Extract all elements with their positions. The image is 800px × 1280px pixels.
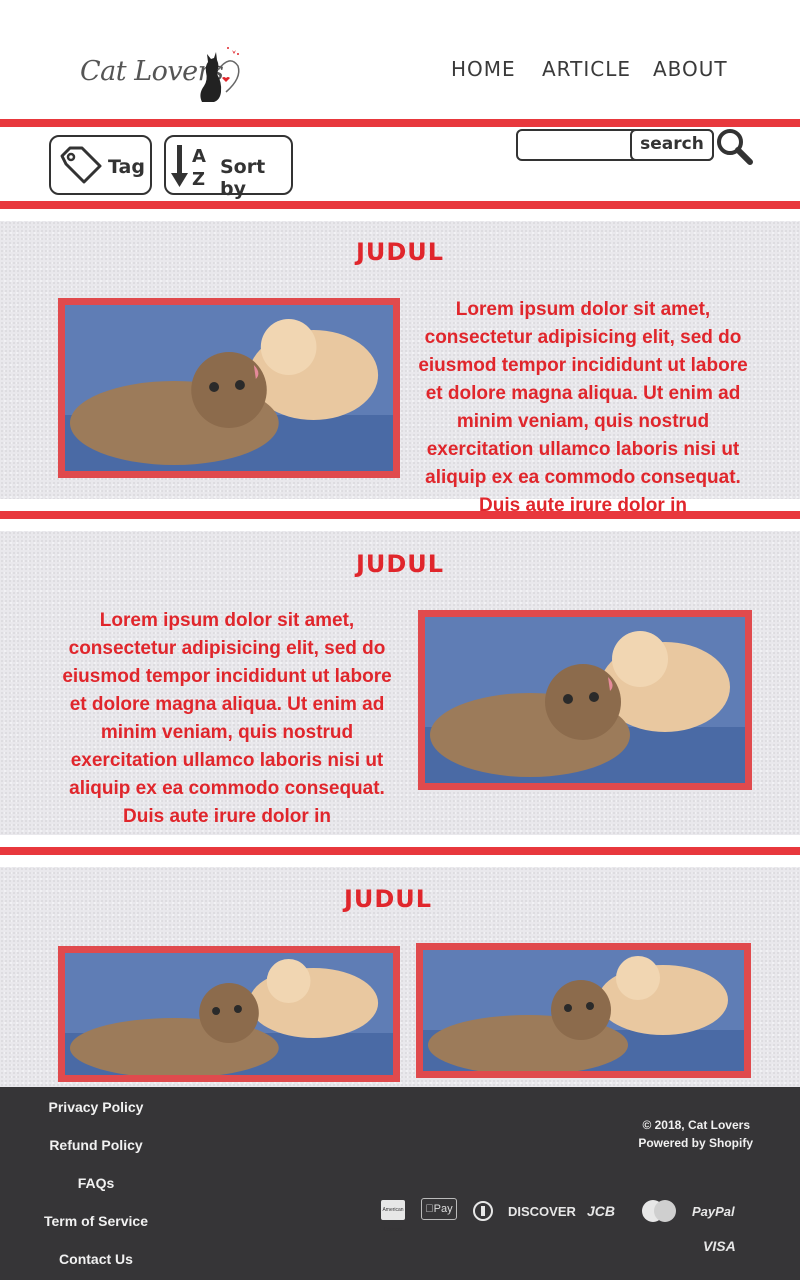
section-title: JUDUL xyxy=(355,238,445,266)
mastercard-icon xyxy=(640,1199,678,1228)
tag-icon xyxy=(56,142,104,193)
nav-article[interactable]: ARTICLE xyxy=(542,57,631,81)
visa-label: VISA xyxy=(703,1238,736,1254)
section-body-text: Lorem ipsum dolor sit amet, consectetur … xyxy=(62,610,392,827)
apple-pay-icon: Pay xyxy=(421,1198,457,1220)
copyright-text: © 2018, Cat Lovers xyxy=(642,1118,750,1132)
footer-link-contact-us[interactable]: Contact Us xyxy=(0,1251,192,1267)
nav-home[interactable]: HOME xyxy=(451,57,516,81)
search-button[interactable]: search xyxy=(630,129,714,161)
section-divider xyxy=(0,511,800,519)
section-divider xyxy=(0,847,800,855)
kittens-photo[interactable] xyxy=(416,943,751,1078)
kittens-photo[interactable] xyxy=(418,610,752,790)
jcb-label: JCB xyxy=(587,1203,616,1219)
svg-text:A: A xyxy=(192,146,206,167)
sort-label: Sort by xyxy=(220,156,266,200)
diners-club-icon xyxy=(473,1201,493,1226)
svg-text:Z: Z xyxy=(192,169,205,190)
sort-az-icon: A Z xyxy=(170,141,216,196)
footer-link-term-of-service[interactable]: Term of Service xyxy=(0,1213,192,1229)
footer-link-faqs[interactable]: FAQs xyxy=(0,1175,192,1191)
footer-link-refund-policy[interactable]: Refund Policy xyxy=(0,1137,192,1153)
header-divider-bottom xyxy=(0,201,800,209)
amex-label: American Express xyxy=(382,1207,404,1233)
site-footer: Privacy Policy Refund Policy FAQs Term o… xyxy=(0,1087,800,1280)
tag-label: Tag xyxy=(108,156,145,178)
paypal-label: PayPal xyxy=(692,1204,735,1219)
kittens-photo[interactable] xyxy=(58,298,400,478)
header-divider-top xyxy=(0,119,800,127)
powered-by-text: Powered by Shopify xyxy=(638,1136,753,1150)
section-title: JUDUL xyxy=(343,885,433,913)
tag-filter-button[interactable]: Tag xyxy=(49,135,152,195)
amex-icon: American Express xyxy=(381,1200,405,1233)
apple-pay-label: Pay xyxy=(429,1203,453,1215)
nav-about[interactable]: ABOUT xyxy=(653,57,728,81)
section-body-text: Lorem ipsum dolor sit amet, consectetur … xyxy=(418,299,748,516)
kittens-photo[interactable] xyxy=(58,946,400,1082)
magnifier-icon[interactable] xyxy=(715,127,755,172)
sort-by-button[interactable]: A Z Sort by xyxy=(164,135,293,200)
section-title: JUDUL xyxy=(355,550,445,578)
discover-label: DISCOVER xyxy=(508,1204,576,1219)
footer-link-privacy-policy[interactable]: Privacy Policy xyxy=(0,1099,192,1115)
cat-silhouette-icon xyxy=(196,44,246,104)
